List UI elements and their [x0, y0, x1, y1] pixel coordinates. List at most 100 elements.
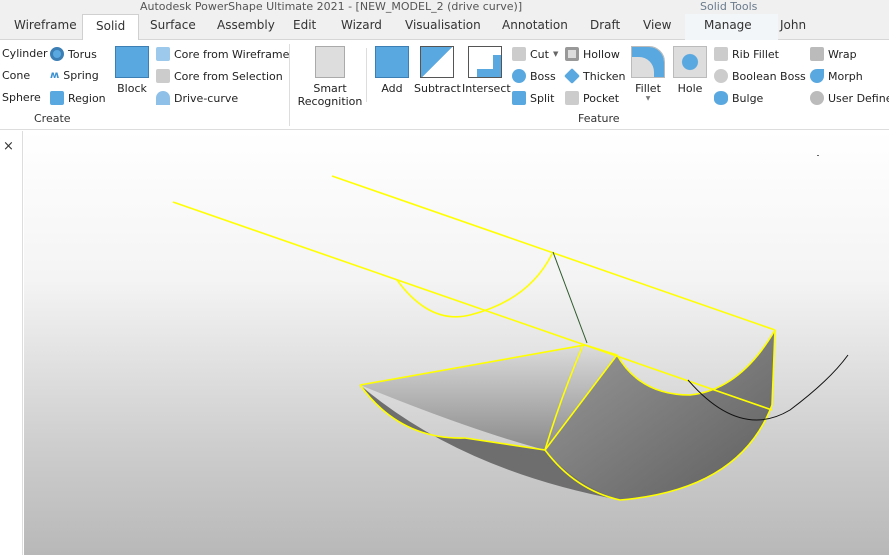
- core-wireframe-icon: [156, 47, 170, 61]
- intersect-label: Intersect: [462, 82, 511, 95]
- split-label: Split: [530, 91, 555, 105]
- rib-fillet-button[interactable]: Rib Fillet: [714, 47, 779, 61]
- cylinder-button[interactable]: Cylinder: [2, 47, 48, 60]
- core-wireframe-label: Core from Wireframe: [174, 47, 290, 61]
- smart-recognition-icon: [315, 46, 345, 78]
- sphere-label: Sphere: [2, 91, 41, 104]
- boss-icon: [512, 69, 526, 83]
- morph-button[interactable]: Morph: [810, 69, 863, 83]
- core-selection-label: Core from Selection: [174, 69, 283, 83]
- hollow-icon: [565, 47, 579, 61]
- boss-button[interactable]: Boss: [512, 69, 556, 83]
- close-icon[interactable]: ×: [3, 139, 14, 154]
- hole-icon: [673, 46, 707, 78]
- region-icon: [50, 91, 64, 105]
- boolean-boss-icon: [714, 69, 728, 83]
- subtract-button[interactable]: Subtract: [414, 46, 461, 95]
- block-label: Block: [117, 82, 147, 95]
- wrap-button[interactable]: Wrap: [810, 47, 857, 61]
- ribbon: Cylinder Torus Cone ʍ Spring Sphere Regio…: [0, 40, 889, 130]
- core-from-wireframe-button[interactable]: Core from Wireframe: [156, 47, 289, 61]
- add-button[interactable]: Add: [374, 46, 410, 95]
- cut-button[interactable]: Cut ▼: [512, 47, 558, 61]
- torus-icon: [50, 47, 64, 61]
- pocket-label: Pocket: [583, 91, 620, 105]
- cylinder-label: Cylinder: [2, 47, 48, 60]
- hollow-button[interactable]: Hollow: [565, 47, 620, 61]
- add-label: Add: [381, 82, 403, 95]
- tab-manage[interactable]: Manage: [704, 18, 752, 32]
- boss-label: Boss: [530, 69, 556, 83]
- boolean-boss-button[interactable]: Boolean Boss: [714, 69, 806, 83]
- bulge-label: Bulge: [732, 91, 764, 105]
- bulge-icon: [714, 91, 728, 105]
- tab-wireframe[interactable]: Wireframe: [14, 18, 77, 32]
- tab-john[interactable]: John: [780, 18, 806, 32]
- spring-icon: ʍ: [50, 70, 60, 81]
- chevron-down-icon: ▼: [645, 95, 651, 102]
- tab-annotation[interactable]: Annotation: [502, 18, 568, 32]
- morph-label: Morph: [828, 69, 863, 83]
- feature-group-label: Feature: [578, 112, 620, 125]
- block-icon: [115, 46, 149, 78]
- title-bar: Autodesk PowerShape Ultimate 2021 - [NEW…: [0, 0, 889, 14]
- morph-icon: [810, 69, 824, 83]
- block-button[interactable]: Block: [114, 46, 150, 95]
- hollow-label: Hollow: [583, 47, 620, 61]
- smart-recognition-button[interactable]: Smart Recognition: [296, 46, 364, 108]
- tab-visualisation[interactable]: Visualisation: [405, 18, 481, 32]
- guide-line: [552, 251, 588, 344]
- cone-button[interactable]: Cone: [2, 69, 30, 82]
- smart-recognition-label: Smart Recognition: [297, 82, 363, 108]
- intersect-button[interactable]: Intersect: [462, 46, 511, 95]
- rib-fillet-icon: [714, 47, 728, 61]
- tab-view[interactable]: View: [643, 18, 671, 32]
- context-title: Solid Tools: [700, 0, 758, 13]
- split-icon: [512, 91, 526, 105]
- fillet-label: Fillet: [635, 82, 661, 95]
- torus-label: Torus: [68, 47, 97, 61]
- divider: [366, 48, 367, 102]
- viewport-marker: [817, 155, 819, 156]
- hole-button[interactable]: Hole: [672, 46, 708, 95]
- tab-draft[interactable]: Draft: [590, 18, 620, 32]
- core-from-selection-button[interactable]: Core from Selection: [156, 69, 283, 83]
- drive-curve-icon: [156, 91, 170, 105]
- wrap-icon: [810, 47, 824, 61]
- region-label: Region: [68, 91, 106, 105]
- chevron-down-icon: ▼: [552, 50, 559, 58]
- region-button[interactable]: Region: [50, 91, 106, 105]
- tab-wizard[interactable]: Wizard: [341, 18, 382, 32]
- user-defined-label: User Defined: [828, 91, 889, 105]
- rib-fillet-label: Rib Fillet: [732, 47, 779, 61]
- torus-button[interactable]: Torus: [50, 47, 97, 61]
- thicken-button[interactable]: Thicken: [564, 68, 626, 84]
- pocket-icon: [565, 91, 579, 105]
- graphics-viewport[interactable]: [24, 131, 889, 555]
- fillet-button[interactable]: Fillet ▼: [630, 46, 666, 102]
- bulge-button[interactable]: Bulge: [714, 91, 763, 105]
- intersect-icon: [468, 46, 502, 78]
- boolean-boss-label: Boolean Boss: [732, 69, 806, 83]
- subtract-label: Subtract: [414, 82, 461, 95]
- create-group-label: Create: [34, 112, 71, 125]
- spring-button[interactable]: ʍ Spring: [50, 69, 99, 82]
- user-defined-button[interactable]: User Defined: [810, 91, 889, 105]
- drive-curve-button[interactable]: Drive-curve: [156, 91, 238, 105]
- pocket-button[interactable]: Pocket: [565, 91, 619, 105]
- core-selection-icon: [156, 69, 170, 83]
- tab-assembly[interactable]: Assembly: [217, 18, 275, 32]
- model-canvas: [172, 155, 849, 501]
- spring-label: Spring: [63, 69, 99, 82]
- split-button[interactable]: Split: [512, 91, 554, 105]
- cut-label: Cut: [530, 47, 549, 61]
- add-icon: [375, 46, 409, 78]
- wrap-label: Wrap: [828, 47, 857, 61]
- tab-edit[interactable]: Edit: [293, 18, 316, 32]
- hole-label: Hole: [677, 82, 703, 95]
- tab-surface[interactable]: Surface: [150, 18, 196, 32]
- sphere-button[interactable]: Sphere: [2, 91, 41, 104]
- divider: [289, 44, 290, 126]
- thicken-label: Thicken: [583, 69, 626, 83]
- tab-solid[interactable]: Solid: [82, 14, 140, 41]
